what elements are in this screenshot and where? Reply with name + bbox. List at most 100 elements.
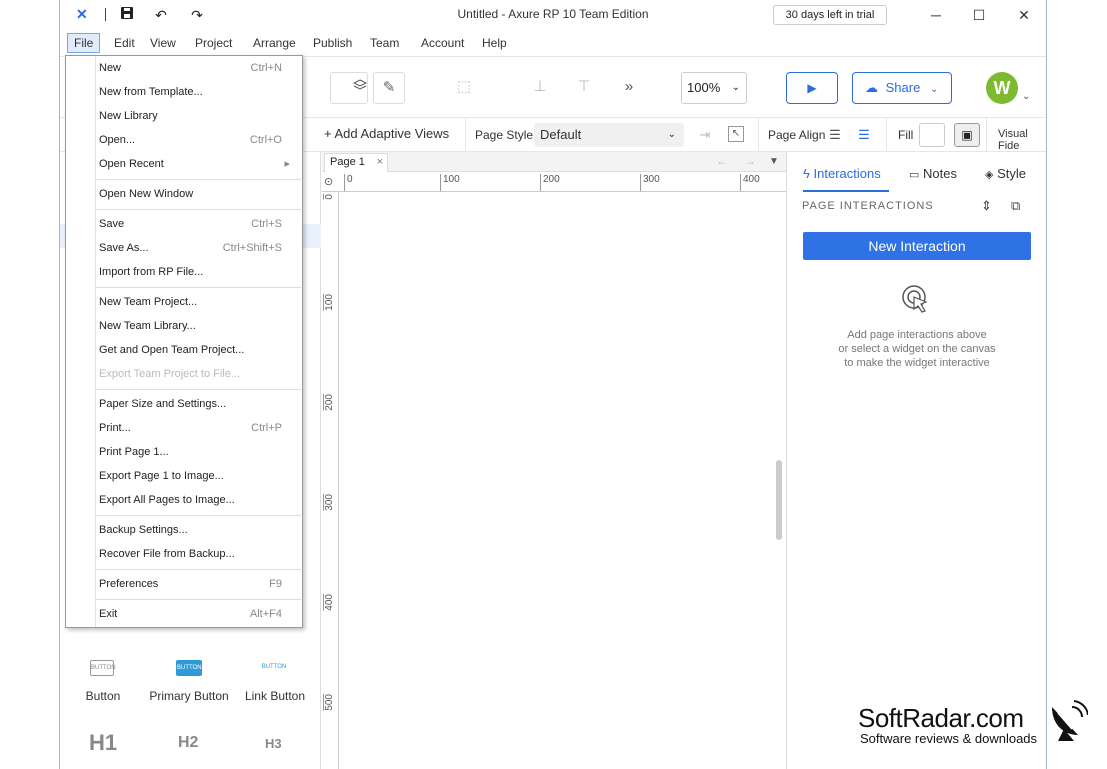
tab-style-label: Style: [997, 166, 1026, 181]
fill-label: Fill: [898, 128, 914, 142]
button-widget-icon[interactable]: BUTTON: [90, 660, 116, 676]
layers-icon[interactable]: [330, 72, 368, 104]
widget-link-button-label[interactable]: Link Button: [232, 689, 318, 703]
heading2-widget-icon[interactable]: H2: [178, 734, 198, 752]
menu-item-save-as[interactable]: Save As... Ctrl+Shift+S: [66, 236, 302, 260]
ruler-tick: 0: [344, 174, 353, 191]
play-icon: ▶: [807, 81, 817, 95]
primary-button-widget-icon[interactable]: BUTTON: [176, 660, 202, 676]
menu-item-print-page[interactable]: Print Page 1...: [66, 440, 302, 464]
chevron-down-icon: ⌄: [731, 82, 740, 93]
menu-item-recover-backup[interactable]: Recover File from Backup...: [66, 542, 302, 566]
chevron-down-icon[interactable]: ⌄: [1022, 91, 1030, 102]
zoom-select[interactable]: 100% ⌄: [681, 72, 747, 104]
tab-style[interactable]: ◈ Style: [985, 166, 1026, 181]
menu-item-new-team-library[interactable]: New Team Library...: [66, 314, 302, 338]
page-style-select[interactable]: Default ⌄: [534, 123, 684, 147]
menu-publish[interactable]: Publish: [307, 33, 358, 53]
page-align-label: Page Align: [768, 128, 826, 142]
new-interaction-button[interactable]: New Interaction: [803, 232, 1031, 260]
menu-separator: [96, 287, 301, 288]
caret-down-icon[interactable]: ▼: [769, 156, 779, 167]
menu-item-open-new-window[interactable]: Open New Window: [66, 182, 302, 206]
expand-collapse-icon[interactable]: ⇕: [981, 198, 992, 214]
menu-item-export-page-image[interactable]: Export Page 1 to Image...: [66, 464, 302, 488]
close-icon[interactable]: ×: [377, 154, 383, 171]
align-left-icon[interactable]: ☰: [826, 126, 844, 144]
maximize-button[interactable]: ☐: [965, 4, 993, 26]
tab-interactions[interactable]: ϟ Interactions: [803, 166, 881, 181]
menu-item-new[interactable]: New Ctrl+N: [66, 56, 302, 80]
menu-item-preferences[interactable]: Preferences F9: [66, 572, 302, 596]
share-button[interactable]: ☁ Share ⌄: [852, 72, 952, 104]
menu-item-exit[interactable]: Exit Alt+F4: [66, 602, 302, 626]
more-tools-icon[interactable]: »: [613, 72, 645, 104]
menu-project[interactable]: Project: [189, 33, 238, 53]
menu-item-shortcut: Ctrl+Shift+S: [222, 242, 282, 254]
crosshair-icon: ⊙: [324, 176, 334, 188]
menu-view[interactable]: View: [144, 33, 182, 53]
menu-help[interactable]: Help: [476, 33, 513, 53]
menu-item-shortcut: F9: [269, 578, 282, 590]
menu-separator: [96, 569, 301, 570]
menu-item-export-all-pages[interactable]: Export All Pages to Image...: [66, 488, 302, 512]
tab-interactions-label: Interactions: [813, 166, 881, 181]
menu-item-label: Export Team Project to File...: [99, 368, 241, 380]
heading1-widget-icon[interactable]: H1: [89, 730, 117, 756]
avatar[interactable]: W: [986, 72, 1018, 104]
menu-edit[interactable]: Edit: [108, 33, 141, 53]
menu-item-shortcut: Alt+F4: [249, 608, 282, 620]
menu-item-new-team-project[interactable]: New Team Project...: [66, 290, 302, 314]
menu-arrange[interactable]: Arrange: [247, 33, 302, 53]
menu-item-label: New Library: [99, 110, 158, 122]
menu-account[interactable]: Account: [415, 33, 470, 53]
tab-notes[interactable]: ▭ Notes: [909, 166, 957, 181]
watermark-subtitle: Software reviews & downloads: [860, 731, 1038, 746]
add-adaptive-views-button[interactable]: + Add Adaptive Views: [324, 126, 449, 141]
page-tab-bar: Page 1 × ← → ▼: [322, 152, 786, 172]
open-external-icon[interactable]: ⧉: [1011, 198, 1020, 214]
image-fill-icon[interactable]: ▣: [954, 123, 980, 147]
menu-item-import-rp[interactable]: Import from RP File...: [66, 260, 302, 284]
menu-item-open[interactable]: Open... Ctrl+O: [66, 128, 302, 152]
canvas-scrollbar[interactable]: [776, 460, 782, 540]
menu-item-label: Export Page 1 to Image...: [99, 470, 224, 482]
widget-primary-button-label[interactable]: Primary Button: [146, 689, 232, 703]
menu-item-label: Recover File from Backup...: [99, 548, 235, 560]
menu-item-new-library[interactable]: New Library: [66, 104, 302, 128]
pen-tool-icon[interactable]: ✎: [373, 72, 405, 104]
preview-button[interactable]: ▶: [786, 72, 838, 104]
menu-item-backup-settings[interactable]: Backup Settings...: [66, 518, 302, 542]
menu-separator: [96, 209, 301, 210]
page-style-value: Default: [540, 127, 582, 142]
cursor-target-icon: [901, 284, 933, 316]
tab-page-1[interactable]: Page 1 ×: [324, 153, 388, 172]
menu-item-open-recent[interactable]: Open Recent ▸: [66, 152, 302, 176]
menu-item-label: Exit: [99, 608, 118, 620]
align-center-icon: ⊤: [568, 72, 600, 104]
minimize-button[interactable]: ─: [922, 4, 950, 26]
ruler-tick: 300: [323, 494, 338, 511]
menu-item-paper-size[interactable]: Paper Size and Settings...: [66, 392, 302, 416]
menu-item-new-from-template[interactable]: New from Template...: [66, 80, 302, 104]
ruler-tick: 200: [323, 394, 338, 411]
menu-item-get-open-team-project[interactable]: Get and Open Team Project...: [66, 338, 302, 362]
trial-badge[interactable]: 30 days left in trial: [773, 5, 887, 25]
menu-item-save[interactable]: Save Ctrl+S: [66, 212, 302, 236]
arrow-right-icon: →: [744, 154, 756, 168]
menu-item-print[interactable]: Print... Ctrl+P: [66, 416, 302, 440]
menu-item-shortcut: Ctrl+S: [251, 218, 282, 230]
collapse-icon[interactable]: ↖: [728, 126, 744, 142]
menu-file[interactable]: File: [67, 33, 101, 53]
menu-team[interactable]: Team: [364, 33, 405, 53]
vertical-ruler: 0 100 200 300 400 500: [322, 192, 339, 769]
ruler-tick: 500: [323, 694, 338, 711]
close-button[interactable]: ✕: [1010, 4, 1038, 26]
fill-color-swatch[interactable]: [919, 123, 945, 147]
heading3-widget-icon[interactable]: H3: [265, 736, 282, 751]
widget-button-label[interactable]: Button: [60, 689, 146, 703]
divider: [758, 118, 759, 151]
align-center-icon[interactable]: ☰: [855, 126, 873, 144]
design-canvas[interactable]: [340, 193, 786, 769]
link-button-widget-icon[interactable]: BUTTON: [261, 660, 287, 676]
